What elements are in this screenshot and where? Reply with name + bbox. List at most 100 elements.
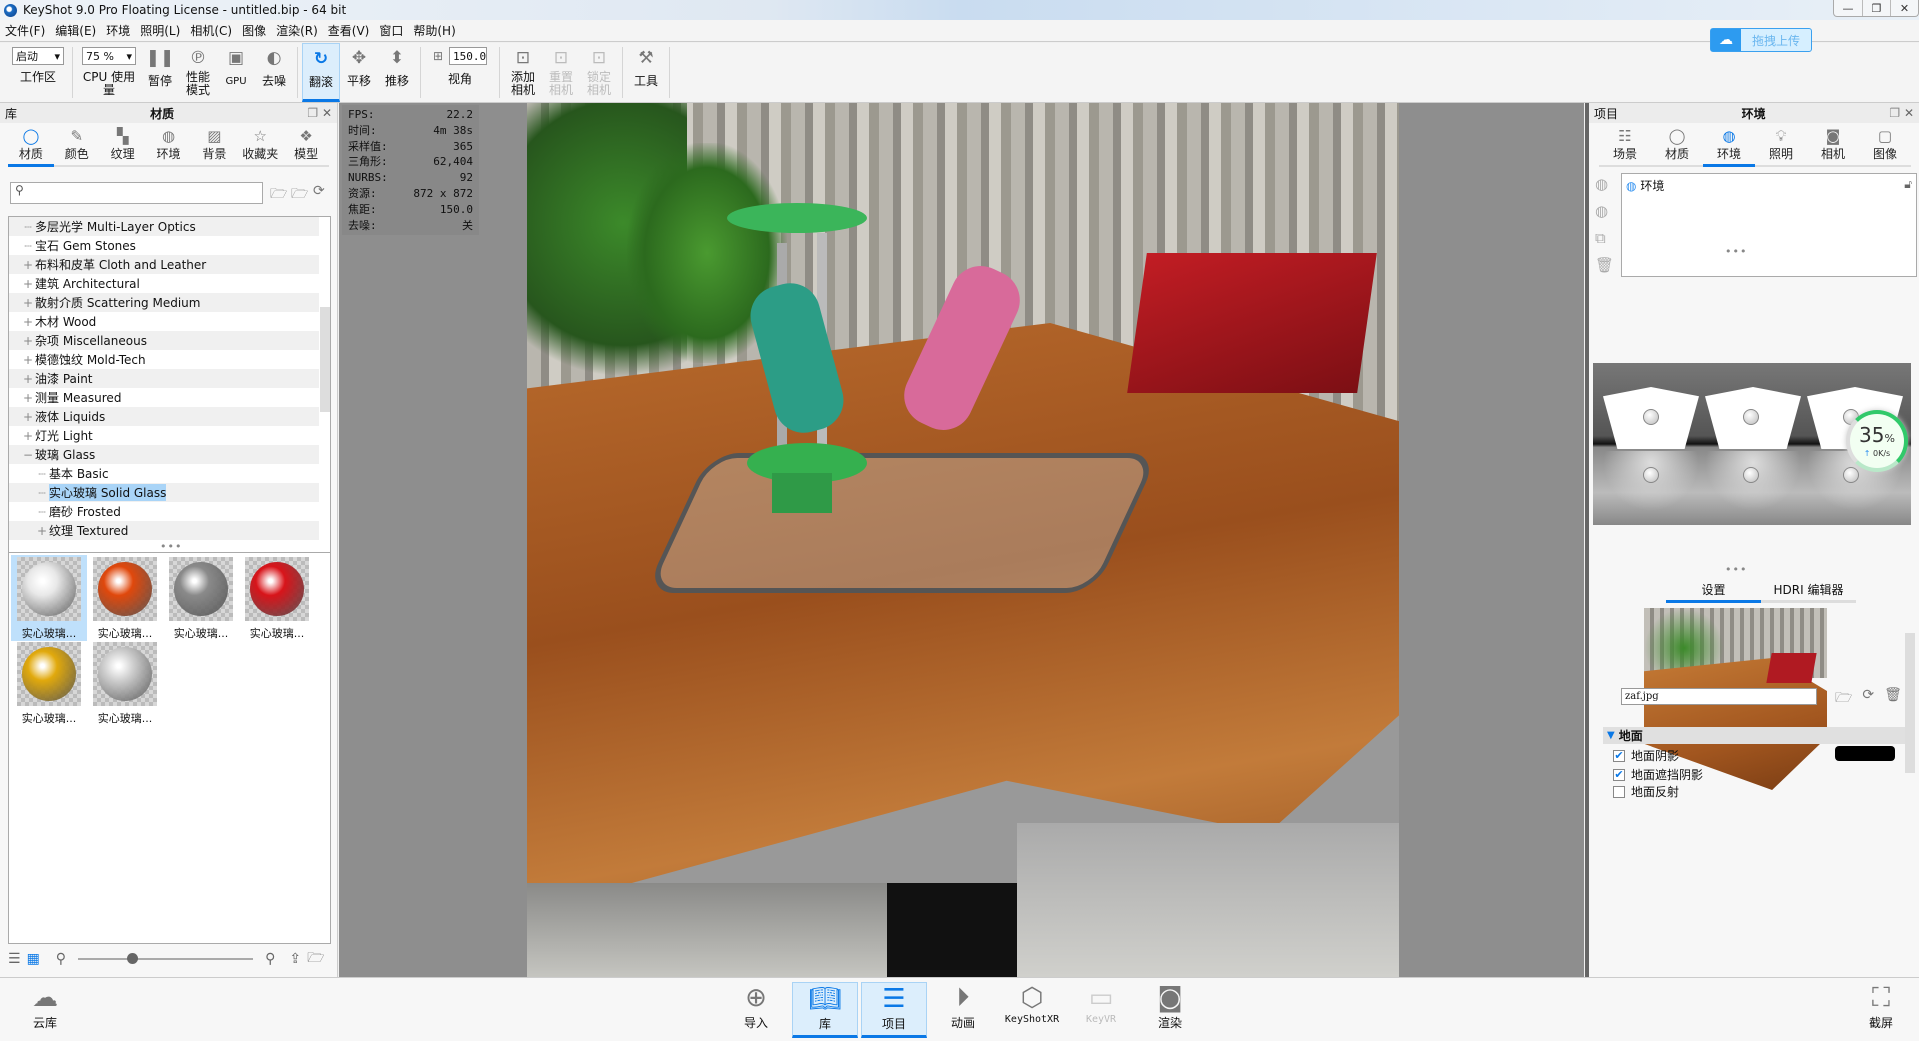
expand-icon[interactable]: + [21,296,35,310]
tab-star[interactable]: ☆ 收藏夹 [237,125,283,165]
material-thumbnail[interactable]: 实心玻璃... [87,555,163,641]
tree-item[interactable]: + 灯光 Light [9,426,319,445]
tree-item[interactable]: ┈ 宝石 Gem Stones [9,236,319,255]
add-image-environment-icon[interactable]: ⧉ [1595,229,1614,247]
material-thumbnail[interactable]: 实心玻璃... [87,640,163,726]
import-folder-icon[interactable]: 🗁 [291,183,308,207]
ground-occlusion-checkbox[interactable]: ✔ 地面遮挡阴影 [1613,766,1703,783]
cloud-upload-icon[interactable]: ⇪ [289,951,301,967]
expand-icon[interactable]: + [21,353,35,367]
gpu-button[interactable]: ▣ GPU [217,43,255,102]
expand-icon[interactable]: + [21,410,35,424]
material-thumbnail[interactable]: 实心玻璃... [239,555,315,641]
tree-item[interactable]: + 模德蚀纹 Mold-Tech [9,350,319,369]
tab-list[interactable]: ☷ 场景 [1599,125,1651,165]
slider-knob[interactable] [127,953,139,964]
menu-render[interactable]: 渲染(R) [271,22,323,39]
tree-scrollbar[interactable] [320,307,330,412]
bottom-vr-headset-button[interactable]: ▭ KeyVR [1068,982,1134,1038]
tree-item[interactable]: − 玻璃 Glass [9,445,319,464]
zoom-out-icon[interactable]: ⚲ [56,951,66,967]
expand-icon[interactable]: + [21,277,35,291]
screenshot-button[interactable]: ⛶ 截屏 [1848,982,1914,1038]
splitter-handle[interactable]: ••• [1725,563,1747,576]
tab-globe[interactable]: ◍ 环境 [1703,125,1755,167]
tab-settings[interactable]: 设置 [1666,581,1761,603]
ground-section-header[interactable]: ▼ 地面 [1603,727,1909,744]
tree-item[interactable]: + 测量 Measured [9,388,319,407]
material-thumbnail[interactable]: 实心玻璃... [163,555,239,641]
refresh-icon[interactable]: ⟳ [313,183,325,199]
render-image[interactable] [527,103,1399,977]
expand-icon[interactable]: + [21,334,35,348]
tree-item[interactable]: ┈ 磨砂 Frosted [9,502,319,521]
bottom-render-camera-button[interactable]: ◙ 渲染 [1137,982,1203,1038]
add-environment-icon[interactable]: ◍ [1595,202,1614,220]
unlock-icon[interactable]: 🔓︎ [1904,177,1912,194]
zoom-in-icon[interactable]: ⚲ [265,951,275,967]
trash-icon[interactable]: 🗑 [1595,256,1614,274]
menu-image[interactable]: 图像 [237,22,271,39]
restore-button[interactable]: ❐ [1862,0,1890,16]
tree-item[interactable]: + 布料和皮革 Cloth and Leather [9,255,319,274]
open-folder-icon[interactable]: 🗁 [1835,687,1852,711]
cpu-usage-control[interactable]: 75 % ▾ CPU 使用量 [77,43,141,102]
tab-bulb[interactable]: 💡︎ 照明 [1755,125,1807,165]
menu-edit[interactable]: 编辑(E) [50,22,101,39]
expand-icon[interactable]: + [21,258,35,272]
float-panel-icon[interactable]: ❐ [1889,106,1900,120]
expand-icon[interactable]: + [21,391,35,405]
menu-view[interactable]: 查看(V) [323,22,375,39]
drag-upload-button[interactable]: ☁ 拖拽上传 [1710,28,1812,52]
list-view-icon[interactable]: ☰ [8,951,21,967]
float-panel-icon[interactable]: ❐ [307,106,318,120]
reload-icon[interactable]: ⟳ [1862,687,1874,711]
bottom-animation-play-button[interactable]: ⏵ 动画 [930,982,996,1038]
minimize-button[interactable]: — [1834,0,1862,16]
denoise-button[interactable]: ◐ 去噪 [255,43,293,102]
environment-file-input[interactable]: zaf.jpg [1621,688,1817,705]
performance-mode-button[interactable]: ℗ 性能 模式 [179,43,217,102]
fov-input[interactable]: 150.0 [449,47,488,65]
tree-item[interactable]: ┈ 多层光学 Multi-Layer Optics [9,217,319,236]
tab-globe[interactable]: ◍ 环境 [146,125,192,165]
close-button[interactable]: ✕ [1890,0,1918,16]
export-folder-icon[interactable]: 🗁 [307,947,324,971]
expand-icon[interactable]: + [35,524,49,538]
pause-button[interactable]: ❚❚ 暂停 [141,43,179,102]
bottom-book-button[interactable]: 📖︎ 库 [792,982,858,1038]
cloud-library-button[interactable]: ☁ 云库 [12,982,78,1038]
collapse-icon[interactable]: − [21,448,35,462]
tab-image-frame[interactable]: ▢ 图像 [1859,125,1911,165]
network-speed-meter[interactable]: 35% ↑ 0K/s [1846,410,1908,472]
tree-item[interactable]: + 杂项 Miscellaneous [9,331,319,350]
expand-icon[interactable]: + [21,372,35,386]
tab-texture[interactable]: ▚ 纹理 [100,125,146,165]
add-camera-button[interactable]: ⊡ 添加 相机 [504,43,542,102]
menu-lighting[interactable]: 照明(L) [135,22,185,39]
workspace-control[interactable]: 启动 ▾ 工作区 [8,43,68,102]
menu-file[interactable]: 文件(F) [0,22,50,39]
add-folder-icon[interactable]: 🗁 [270,183,287,207]
library-search-input[interactable]: ⚲ [10,182,263,204]
cpu-usage-dropdown[interactable]: 75 % ▾ [82,47,136,65]
bottom-project-list-button[interactable]: ☰ 项目 [861,982,927,1038]
workspace-dropdown[interactable]: 启动 ▾ [12,47,64,65]
close-panel-icon[interactable]: ✕ [1904,106,1914,120]
panel-scrollbar[interactable] [1905,633,1915,773]
tree-item[interactable]: ┈ 基本 Basic [9,464,319,483]
menu-window[interactable]: 窗口 [374,22,408,39]
lock-camera-button[interactable]: ⊡ 锁定 相机 [580,43,618,102]
tab-cubes[interactable]: ❖ 模型 [283,125,329,165]
thumbnail-size-slider[interactable] [78,953,254,964]
menu-environment[interactable]: 环境 [101,22,135,39]
pan-button[interactable]: ✥ 平移 [340,43,378,102]
tree-item[interactable]: + 散射介质 Scattering Medium [9,293,319,312]
hdri-preview[interactable]: 35% ↑ 0K/s [1593,363,1911,525]
splitter-handle[interactable]: ••• [1725,245,1747,258]
tab-hdri-editor[interactable]: HDRI 编辑器 [1761,581,1856,603]
tree-item[interactable]: + 油漆 Paint [9,369,319,388]
expand-icon[interactable]: + [21,429,35,443]
reset-camera-button[interactable]: ⊡ 重置 相机 [542,43,580,102]
menu-camera[interactable]: 相机(C) [185,22,237,39]
